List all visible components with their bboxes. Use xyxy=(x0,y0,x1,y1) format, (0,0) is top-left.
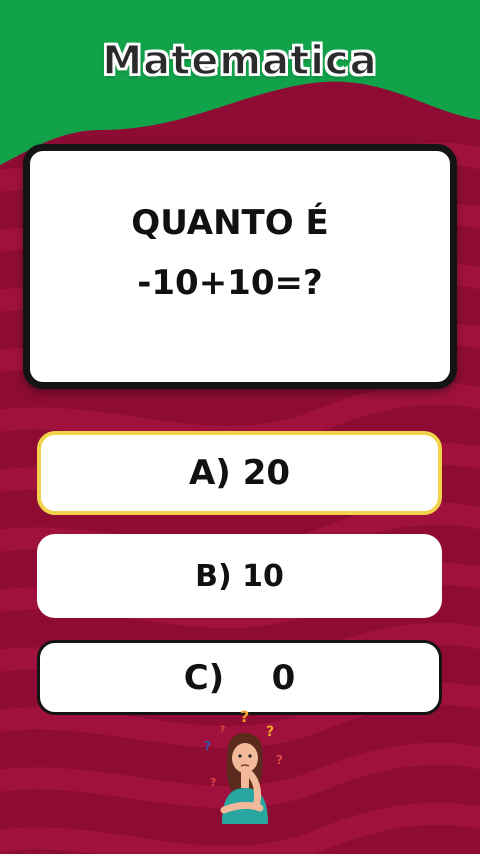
answer-option-a[interactable]: A) 20 xyxy=(37,431,442,515)
svg-text:?: ? xyxy=(220,725,225,735)
question-card: QUANTO É -10+10=? xyxy=(23,144,457,389)
answer-option-b[interactable]: B) 10 xyxy=(37,534,442,618)
svg-text:?: ? xyxy=(276,753,283,767)
quiz-title: Matematica xyxy=(102,37,378,85)
question-line-2: -10+10=? xyxy=(137,263,323,303)
thinking-girl-icon: ? ? ? ? ? ? xyxy=(204,707,283,824)
question-line-1: QUANTO É xyxy=(131,203,329,243)
svg-text:?: ? xyxy=(266,724,274,740)
option-a-letter: A) xyxy=(188,453,231,493)
svg-text:?: ? xyxy=(210,776,216,789)
option-c-value: 0 xyxy=(271,657,296,698)
option-b-letter: B) xyxy=(195,558,232,594)
answer-option-c[interactable]: C) 0 xyxy=(37,640,442,715)
option-b-value: 10 xyxy=(242,558,284,594)
svg-text:?: ? xyxy=(240,707,249,726)
option-c-letter: C) xyxy=(183,657,225,698)
option-a-value: 20 xyxy=(242,453,291,493)
svg-text:?: ? xyxy=(204,739,211,753)
